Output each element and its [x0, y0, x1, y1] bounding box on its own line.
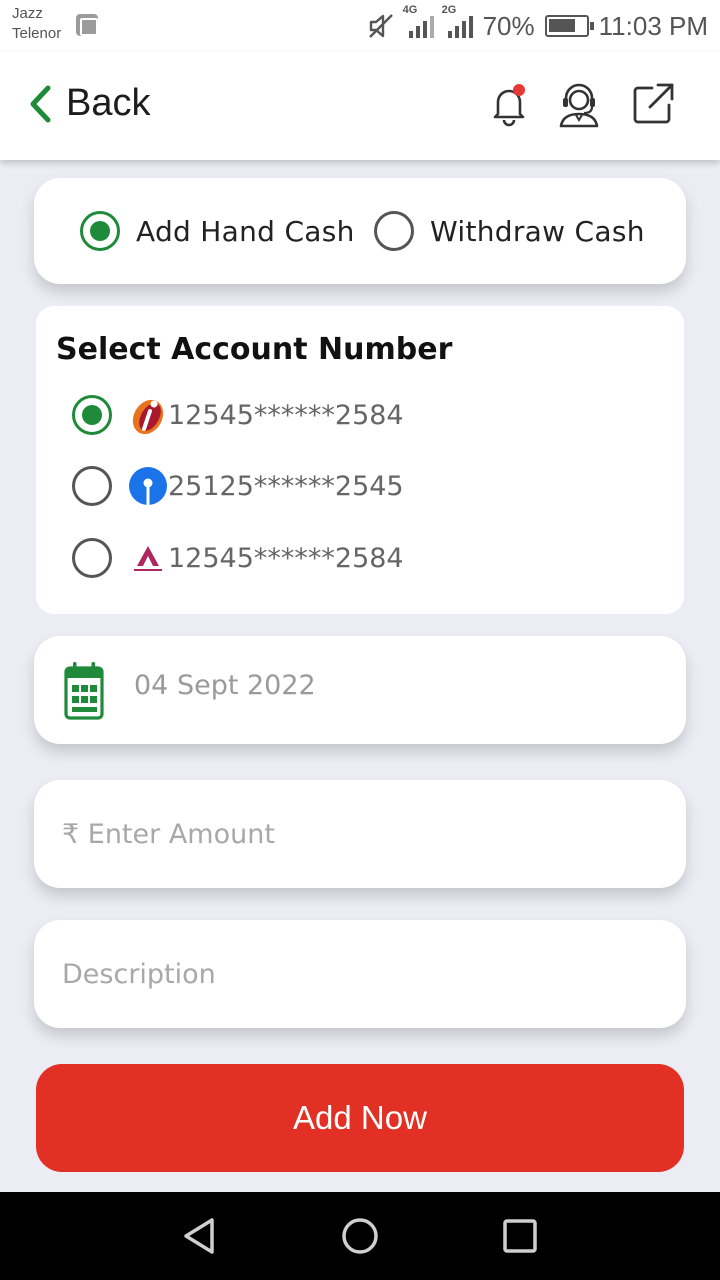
- status-indicators: 4G 2G 70% 11:03 PM: [367, 4, 708, 46]
- carrier-name-2: Telenor: [12, 25, 62, 42]
- sbi-bank-logo: [129, 467, 167, 505]
- date-picker-field[interactable]: 04 Sept 2022: [34, 636, 686, 744]
- account-radio[interactable]: [72, 395, 112, 435]
- external-link-icon[interactable]: [628, 80, 678, 130]
- back-button[interactable]: Back: [28, 82, 150, 125]
- nav-recents-icon[interactable]: [496, 1212, 544, 1260]
- nav-back-icon[interactable]: [176, 1212, 224, 1260]
- account-section-title: Select Account Number: [56, 332, 453, 367]
- radio-withdraw-cash[interactable]: [374, 211, 414, 251]
- signal-4g-icon: 4G: [403, 4, 434, 38]
- net-type-1: 4G: [402, 4, 418, 16]
- account-radio[interactable]: [72, 538, 112, 578]
- option-label: Withdraw Cash: [430, 214, 645, 248]
- customer-support-icon[interactable]: [554, 80, 604, 130]
- account-select-card: Select Account Number 12545******2584 25…: [36, 306, 684, 614]
- account-number: 12545******2584: [168, 542, 404, 574]
- account-number: 25125******2545: [168, 470, 404, 502]
- chevron-left-icon: [30, 85, 51, 122]
- account-row[interactable]: 12545******2584: [72, 538, 404, 578]
- carrier-name-1: Jazz: [12, 5, 43, 22]
- account-row[interactable]: 25125******2545: [72, 466, 404, 506]
- option-add-hand-cash[interactable]: Add Hand Cash: [80, 211, 355, 251]
- account-row[interactable]: 12545******2584: [72, 395, 404, 435]
- option-withdraw-cash[interactable]: Withdraw Cash: [374, 211, 645, 251]
- axis-bank-logo: [134, 546, 162, 571]
- mute-icon: [368, 14, 393, 38]
- add-now-button[interactable]: Add Now: [36, 1064, 684, 1172]
- clock: 11:03 PM: [598, 10, 708, 41]
- calendar-icon: [64, 662, 104, 720]
- radio-add-hand-cash[interactable]: [80, 211, 120, 251]
- account-number: 12545******2584: [168, 399, 404, 431]
- carrier-info: Jazz Telenor: [12, 4, 61, 44]
- back-label: Back: [66, 82, 151, 124]
- notification-bell-icon[interactable]: [484, 80, 534, 130]
- battery-icon: [544, 15, 594, 37]
- description-field-card: [34, 920, 686, 1028]
- nav-home-icon[interactable]: [336, 1212, 384, 1260]
- icici-bank-logo: [132, 399, 164, 435]
- status-bar: Jazz Telenor 4G 2G 70% 11:03 PM: [0, 0, 720, 52]
- option-label: Add Hand Cash: [136, 214, 355, 248]
- net-type-2: 2G: [441, 4, 457, 16]
- signal-2g-icon: 2G: [442, 4, 473, 38]
- app-header: Back: [0, 52, 720, 160]
- description-input[interactable]: [62, 950, 652, 998]
- battery-percent: 70%: [482, 10, 535, 41]
- amount-field-card: [34, 780, 686, 888]
- account-radio[interactable]: [72, 466, 112, 506]
- cash-type-card: Add Hand Cash Withdraw Cash: [34, 178, 686, 284]
- system-nav-bar: [0, 1192, 720, 1280]
- date-value: 04 Sept 2022: [134, 670, 316, 701]
- gallery-notification-icon: [76, 14, 98, 36]
- amount-input[interactable]: [62, 810, 652, 858]
